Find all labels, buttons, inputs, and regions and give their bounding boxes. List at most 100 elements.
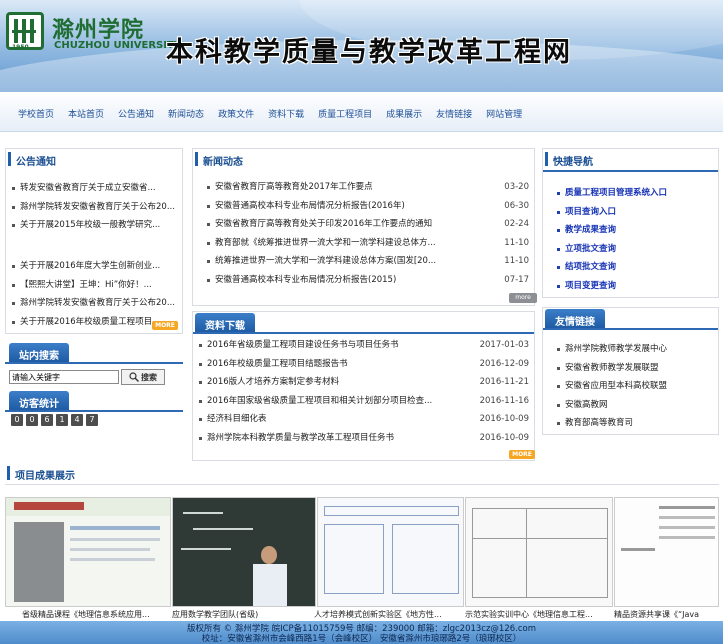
- project-caption[interactable]: 省级精品课程《地理信息系统应用...: [22, 609, 172, 620]
- download-date: 2016-12-09: [479, 358, 529, 369]
- news-date: 02-24: [504, 219, 529, 229]
- list-item[interactable]: 关于开展2016年度大学生创新创业...: [10, 257, 176, 276]
- nav-item-school-home[interactable]: 学校首页: [18, 107, 54, 120]
- title-bar-icon: [545, 152, 548, 166]
- visitor-digit: 1: [56, 414, 68, 426]
- downloads-list: 2016年省级质量工程项目建设任务书与项目任务书 2017-01-03 2016年…: [197, 336, 529, 447]
- quicknav-panel-title: 快捷导航: [553, 157, 593, 168]
- nav-item-quality-projects[interactable]: 质量工程项目: [318, 107, 372, 120]
- university-name-en: CHUZHOU UNIVERSITY: [54, 40, 182, 51]
- download-title: 2016年国家级省级质量工程项目和相关计划部分项目检查...: [207, 395, 433, 406]
- visitors-panel-title: 访客统计: [9, 391, 69, 411]
- search-input[interactable]: [9, 370, 119, 384]
- news-panel-title: 新闻动态: [203, 157, 243, 168]
- main-nav: 学校首页 本站首页 公告通知 新闻动态 政策文件 资料下载 质量工程项目 成果展…: [0, 92, 723, 132]
- site-footer: 版权所有 © 滁州学院 皖ICP备11015759号 邮编：239000 邮箱：…: [0, 621, 723, 644]
- list-item[interactable]: 滁州学院本科教学质量与教学改革工程项目任务书 2016-10-09: [197, 429, 529, 448]
- project-thumbnail[interactable]: [5, 497, 171, 607]
- nav-item-policies[interactable]: 政策文件: [218, 107, 254, 120]
- news-more-button[interactable]: more: [509, 293, 537, 303]
- link-item[interactable]: 安徽高教网: [555, 396, 715, 415]
- list-item[interactable]: 滁州学院转发安徽省教育厅关于公布20...: [10, 198, 176, 217]
- quicknav-list: 质量工程项目管理系统入口 项目查询入口 教学成果查询 立项批文查询 结项批文查询…: [555, 184, 715, 295]
- links-panel: 友情链接 滁州学院教师教学发展中心 安徽省教师教学发展联盟 安徽省应用型本科高校…: [542, 307, 719, 435]
- project-caption[interactable]: 精品资源共享课《“Java: [614, 609, 722, 620]
- quicknav-item-approval-query[interactable]: 立项批文查询: [555, 240, 715, 259]
- project-thumbnail[interactable]: [172, 497, 316, 607]
- project-thumbnail[interactable]: [614, 497, 719, 607]
- download-title: 经济科目细化表: [207, 414, 267, 424]
- nav-item-notices[interactable]: 公告通知: [118, 107, 154, 120]
- quicknav-item-closure-query[interactable]: 结项批文查询: [555, 258, 715, 277]
- link-item[interactable]: 安徽省教师教学发展联盟: [555, 359, 715, 378]
- quicknav-panel: 快捷导航 质量工程项目管理系统入口 项目查询入口 教学成果查询 立项批文查询 结…: [542, 148, 719, 298]
- news-list: 安徽省教育厅高等教育处2017年工作要点 03-20 安徽普通高校本科专业布局情况…: [205, 178, 529, 289]
- news-title: 教育部就《统筹推进世界一流大学和一流学科建设总体方...: [215, 237, 436, 248]
- list-item[interactable]: 【熙熙大讲堂】王坤：Hi”你好！...: [10, 276, 176, 295]
- download-date: 2016-10-09: [479, 432, 529, 443]
- list-item[interactable]: 安徽省教育厅高等教育处关于印发2016年工作要点的通知 02-24: [205, 215, 529, 234]
- link-item[interactable]: 滁州学院教师教学发展中心: [555, 340, 715, 359]
- search-panel-title: 站内搜索: [9, 343, 69, 363]
- news-title: 安徽普通高校本科专业布局情况分析报告(2015): [215, 274, 397, 285]
- nav-item-links[interactable]: 友情链接: [436, 107, 472, 120]
- download-title: 2016年省级质量工程项目建设任务书与项目任务书: [207, 340, 399, 350]
- news-date: 03-20: [504, 182, 529, 192]
- news-date: 11-10: [504, 237, 529, 248]
- quicknav-item-achievement-query[interactable]: 教学成果查询: [555, 221, 715, 240]
- quicknav-item-project-system[interactable]: 质量工程项目管理系统入口: [555, 184, 715, 203]
- project-thumbnail[interactable]: [465, 497, 613, 607]
- news-panel: 新闻动态 安徽省教育厅高等教育处2017年工作要点 03-20 安徽普通高校本科专…: [192, 148, 537, 306]
- link-item[interactable]: 教育部高等教育司: [555, 414, 715, 433]
- list-item[interactable]: 2016年校级质量工程项目结题报告书 2016-12-09: [197, 355, 529, 374]
- project-caption[interactable]: 人才培养模式创新实验区《地方性...: [314, 609, 464, 620]
- downloads-panel: 资料下载 2016年省级质量工程项目建设任务书与项目任务书 2017-01-03 …: [192, 311, 535, 461]
- quicknav-item-change-query[interactable]: 项目变更查询: [555, 277, 715, 296]
- quicknav-item-project-query[interactable]: 项目查询入口: [555, 203, 715, 222]
- list-item[interactable]: 教育部就《统筹推进世界一流大学和一流学科建设总体方... 11-10: [205, 234, 529, 253]
- nav-item-admin[interactable]: 网站管理: [486, 107, 522, 120]
- title-bar-icon: [195, 152, 198, 166]
- nav-item-achievements[interactable]: 成果展示: [386, 107, 422, 120]
- download-title: 2016版人才培养方案制定参考材料: [207, 377, 340, 387]
- news-title: 安徽省教育厅高等教育处关于印发2016年工作要点的通知: [215, 219, 433, 229]
- visitor-digit: 6: [41, 414, 53, 426]
- news-date: 07-17: [504, 274, 529, 285]
- visitor-digit: 7: [86, 414, 98, 426]
- title-bar-icon: [7, 466, 10, 480]
- list-item[interactable]: 2016年省级质量工程项目建设任务书与项目任务书 2017-01-03: [197, 336, 529, 355]
- site-header: 1950 滁州学院 CHUZHOU UNIVERSITY 本科教学质量与教学改革…: [0, 0, 723, 92]
- notice-panel-header: 公告通知: [6, 149, 182, 169]
- nav-item-site-home[interactable]: 本站首页: [68, 107, 104, 120]
- project-thumbnail[interactable]: [317, 497, 464, 607]
- notice-panel: 公告通知 转发安徽省教育厅关于成立安徽省... 滁州学院转发安徽省教育厅关于公布…: [5, 148, 183, 334]
- notice-more-button[interactable]: MORE: [152, 321, 178, 330]
- link-item[interactable]: 安徽省应用型本科高校联盟: [555, 377, 715, 396]
- download-title: 滁州学院本科教学质量与教学改革工程项目任务书: [207, 432, 395, 443]
- list-item[interactable]: 安徽省教育厅高等教育处2017年工作要点 03-20: [205, 178, 529, 197]
- project-caption[interactable]: 应用数学教学团队(省级): [172, 609, 312, 620]
- downloads-more-button[interactable]: MORE: [509, 450, 535, 459]
- list-item[interactable]: 经济科目细化表 2016-10-09: [197, 410, 529, 429]
- search-button-label: 搜索: [141, 372, 157, 382]
- list-item[interactable]: 关于开展2015年校级一般教学研究...: [10, 216, 176, 235]
- nav-item-downloads[interactable]: 资料下载: [268, 107, 304, 120]
- links-panel-title: 友情链接: [545, 309, 605, 329]
- download-date: 2016-11-16: [479, 395, 529, 406]
- news-panel-header: 新闻动态: [193, 149, 534, 169]
- title-bar-icon: [8, 152, 11, 166]
- list-item[interactable]: 统筹推进世界一流大学和一流学科建设总体方案(国发[20... 11-10: [205, 252, 529, 271]
- search-icon: [129, 372, 139, 382]
- list-item[interactable]: 转发安徽省教育厅关于成立安徽省...: [10, 179, 176, 198]
- list-item[interactable]: 2016年国家级省级质量工程项目和相关计划部分项目检查... 2016-11-16: [197, 392, 529, 411]
- list-item[interactable]: 2016版人才培养方案制定参考材料 2016-11-21: [197, 373, 529, 392]
- project-caption[interactable]: 示范实验实训中心《地理信息工程...: [465, 609, 615, 620]
- downloads-panel-title: 资料下载: [195, 313, 255, 333]
- nav-item-news[interactable]: 新闻动态: [168, 107, 204, 120]
- list-item[interactable]: 安徽普通高校本科专业布局情况分析报告(2015) 07-17: [205, 271, 529, 290]
- search-button[interactable]: 搜索: [121, 369, 165, 385]
- news-title: 安徽普通高校本科专业布局情况分析报告(2016年): [215, 200, 405, 211]
- list-item[interactable]: 滁州学院转发安徽省教育厅关于公布20...: [10, 294, 176, 313]
- list-item[interactable]: 安徽普通高校本科专业布局情况分析报告(2016年) 06-30: [205, 197, 529, 216]
- visitor-digit: 0: [26, 414, 38, 426]
